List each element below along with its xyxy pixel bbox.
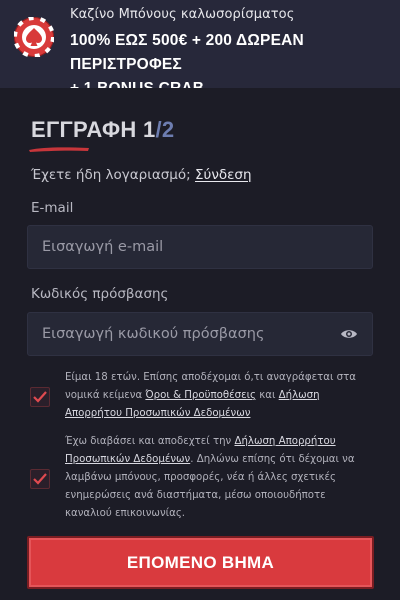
step-current: 1 [142, 117, 156, 142]
terms-text-mid: και [256, 390, 279, 401]
terms-consent-text: Είμαι 18 ετών. Επίσης αποδέχομαι ό,τι αν… [65, 369, 375, 423]
welcome-bonus-heading: Καζίνο Μπόνους καλωσορίσματος [70, 7, 295, 22]
marketing-consent-text: Έχω διαβάσει και αποδεχτεί την Δήλωση Απ… [65, 433, 375, 523]
registration-title-text: ΕΓΓΡΑΦΗ [31, 117, 137, 142]
show-password-eye-icon[interactable] [340, 327, 358, 341]
registration-form: ΕΓΓΡΑΦΗ 1/2 Έχετε ήδη λογαριασμό; Σύνδεσ… [0, 88, 400, 600]
have-account-row: Έχετε ήδη λογαριασμό; Σύνδεση [31, 167, 252, 183]
next-step-button[interactable]: ΕΠΟΜΕΝΟ ΒΗΜΑ [27, 536, 374, 589]
email-label: E-mail [31, 200, 74, 216]
checkmark-icon [33, 473, 47, 485]
next-step-button-label: ΕΠΟΜΕΝΟ ΒΗΜΑ [126, 552, 275, 572]
title-underline-brush [29, 147, 89, 152]
login-link[interactable]: Σύνδεση [195, 167, 252, 183]
marketing-text-before: Έχω διαβάσει και αποδεχτεί την [65, 436, 235, 447]
marketing-checkbox[interactable] [30, 469, 50, 489]
terms-conditions-link[interactable]: Όροι & Προϋποθέσεις [145, 390, 256, 401]
bonus-banner: Καζίνο Μπόνους καλωσορίσματος 100% ΕΩΣ 5… [0, 0, 400, 97]
password-label: Κωδικός πρόσβασης [31, 286, 169, 302]
password-field[interactable] [28, 313, 372, 355]
have-account-text: Έχετε ήδη λογαριασμό; [31, 167, 191, 183]
checkmark-icon [33, 391, 47, 403]
bonus-offer-line-1: 100% ΕΩΣ 500€ + 200 ΔΩΡΕΑΝ ΠΕΡΙΣΤΡΟΦΕΣ [70, 32, 304, 73]
step-total: 2 [161, 117, 175, 142]
password-field-container [27, 312, 373, 356]
registration-title: ΕΓΓΡΑΦΗ 1/2 [31, 117, 174, 143]
email-field[interactable] [28, 226, 372, 268]
poker-chip-spade-icon [14, 17, 54, 57]
email-field-container [27, 225, 373, 269]
terms-checkbox[interactable] [30, 387, 50, 407]
